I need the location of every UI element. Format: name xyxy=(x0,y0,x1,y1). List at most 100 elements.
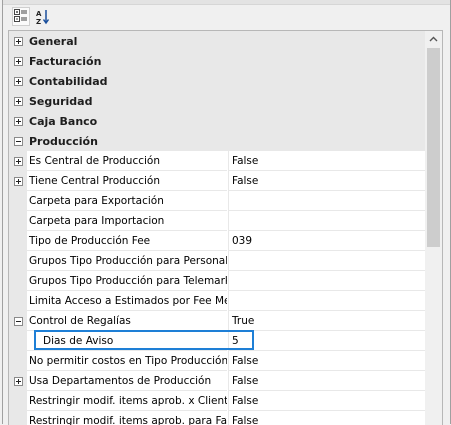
category-row[interactable]: Contabilidad xyxy=(9,71,425,91)
expand-icon[interactable] xyxy=(14,97,23,106)
property-name-cell[interactable]: Tipo de Producción Fee xyxy=(27,231,227,251)
row-margin xyxy=(9,171,27,191)
category-label: General xyxy=(29,35,78,48)
expand-icon[interactable] xyxy=(14,157,23,166)
property-name: Usa Departamentos de Producción xyxy=(29,375,212,387)
property-name: Grupos Tipo Producción para Telemarketin… xyxy=(29,275,227,287)
property-value-cell[interactable]: False xyxy=(228,371,426,391)
property-row[interactable]: Control de Regalías True xyxy=(9,311,426,331)
scroll-up-button[interactable] xyxy=(425,31,442,48)
property-name-cell[interactable]: Grupos Tipo Producción para Telemarketin… xyxy=(27,271,227,291)
row-margin xyxy=(9,151,27,171)
expand-icon[interactable] xyxy=(14,117,23,126)
category-row[interactable]: Seguridad xyxy=(9,91,425,111)
collapse-icon[interactable] xyxy=(14,137,23,146)
property-value-cell[interactable]: False xyxy=(228,151,426,171)
property-row[interactable]: No permitir costos en Tipo Producción Ho… xyxy=(9,351,426,371)
property-value: False xyxy=(232,375,259,387)
property-value-cell[interactable]: False xyxy=(228,411,426,425)
property-name: Tiene Central Producción xyxy=(29,175,161,187)
category-row[interactable]: Producción xyxy=(9,131,425,151)
property-name-cell[interactable]: Control de Regalías xyxy=(27,311,227,331)
property-name: Carpeta para Importacion xyxy=(29,215,165,227)
collapse-icon[interactable] xyxy=(14,317,23,326)
property-name-cell[interactable]: Restringir modif. items aprob. x Cliente xyxy=(27,391,227,411)
property-row[interactable]: Tipo de Producción Fee 039 xyxy=(9,231,426,251)
property-name: Restringir modif. items aprob. x Cliente xyxy=(29,395,227,407)
category-row[interactable]: Facturación xyxy=(9,51,425,71)
property-row[interactable]: Restringir modif. items aprob. para Fact… xyxy=(9,411,426,425)
row-margin xyxy=(9,311,27,331)
property-value-cell[interactable]: 5 xyxy=(228,331,426,351)
property-name-cell[interactable]: Dias de Aviso xyxy=(27,331,227,351)
property-value-cell[interactable] xyxy=(228,251,426,271)
property-value-cell[interactable] xyxy=(228,271,426,291)
property-value: True xyxy=(232,315,255,327)
category-label: Contabilidad xyxy=(29,75,108,88)
property-name-cell[interactable]: Carpeta para Importacion xyxy=(27,211,227,231)
property-name-cell[interactable]: Grupos Tipo Producción para Personal xyxy=(27,251,227,271)
category-label: Caja Banco xyxy=(29,115,98,128)
property-value-cell[interactable] xyxy=(228,291,426,311)
expand-icon[interactable] xyxy=(14,77,23,86)
window-top-edge xyxy=(3,0,450,5)
property-row[interactable]: Restringir modif. items aprob. x Cliente… xyxy=(9,391,426,411)
svg-text:Z: Z xyxy=(36,18,41,25)
property-value-cell[interactable] xyxy=(228,211,426,231)
property-name-cell[interactable]: No permitir costos en Tipo Producción Ho… xyxy=(27,351,227,371)
property-value-cell[interactable]: False xyxy=(228,351,426,371)
property-name-cell[interactable]: Tiene Central Producción xyxy=(27,171,227,191)
row-margin xyxy=(9,231,27,251)
property-row[interactable]: Carpeta para Exportación xyxy=(9,191,426,211)
property-name-cell[interactable]: Es Central de Producción xyxy=(27,151,227,171)
row-margin xyxy=(9,331,27,351)
property-value: False xyxy=(232,175,259,187)
property-value-cell[interactable]: False xyxy=(228,171,426,191)
property-name-cell[interactable]: Limita Acceso a Estimados por Fee Mensua… xyxy=(27,291,227,311)
category-row[interactable]: General xyxy=(9,31,425,51)
expand-icon[interactable] xyxy=(14,37,23,46)
scrollbar-thumb[interactable] xyxy=(427,48,440,247)
row-margin xyxy=(9,111,27,131)
property-row[interactable]: Carpeta para Importacion xyxy=(9,211,426,231)
property-row[interactable]: Tiene Central Producción False xyxy=(9,171,426,191)
row-margin xyxy=(9,371,27,391)
property-row[interactable]: Grupos Tipo Producción para Telemarketin… xyxy=(9,271,426,291)
property-name: Dias de Aviso xyxy=(43,335,114,347)
chevron-up-icon xyxy=(429,36,438,42)
row-margin xyxy=(9,351,27,371)
expand-icon[interactable] xyxy=(14,377,23,386)
property-row[interactable]: Es Central de Producción False xyxy=(9,151,426,171)
category-label: Producción xyxy=(29,135,98,148)
property-row[interactable]: Limita Acceso a Estimados por Fee Mensua… xyxy=(9,291,426,311)
row-margin xyxy=(9,271,27,291)
property-value-cell[interactable]: True xyxy=(228,311,426,331)
row-margin xyxy=(9,291,27,311)
expand-icon[interactable] xyxy=(14,57,23,66)
property-value-cell[interactable]: 039 xyxy=(228,231,426,251)
property-name: Limita Acceso a Estimados por Fee Mensua… xyxy=(29,295,227,307)
category-header-bg xyxy=(27,31,425,51)
property-name-cell[interactable]: Restringir modif. items aprob. para Fact… xyxy=(27,411,227,425)
categorized-view-icon xyxy=(14,9,27,22)
category-label: Seguridad xyxy=(29,95,93,108)
property-name-cell[interactable]: Carpeta para Exportación xyxy=(27,191,227,211)
property-value-cell[interactable]: False xyxy=(228,391,426,411)
row-margin xyxy=(9,191,27,211)
property-name-cell[interactable]: Usa Departamentos de Producción xyxy=(27,371,227,391)
property-value-cell[interactable] xyxy=(228,191,426,211)
property-row[interactable]: Grupos Tipo Producción para Personal xyxy=(9,251,426,271)
selected-property-row[interactable]: Dias de Aviso 5 xyxy=(9,331,426,351)
property-value: False xyxy=(232,395,259,407)
expand-icon[interactable] xyxy=(14,177,23,186)
row-margin xyxy=(9,91,27,111)
property-value: False xyxy=(232,355,259,367)
row-margin xyxy=(9,71,27,91)
property-row[interactable]: Usa Departamentos de Producción False xyxy=(9,371,426,391)
row-margin xyxy=(9,131,27,151)
category-row[interactable]: Caja Banco xyxy=(9,111,425,131)
vertical-scrollbar[interactable] xyxy=(425,31,442,425)
property-grid-toolbar: A Z xyxy=(3,6,450,28)
categorized-view-button[interactable] xyxy=(12,7,30,26)
alphabetical-sort-button[interactable]: A Z xyxy=(34,7,52,26)
